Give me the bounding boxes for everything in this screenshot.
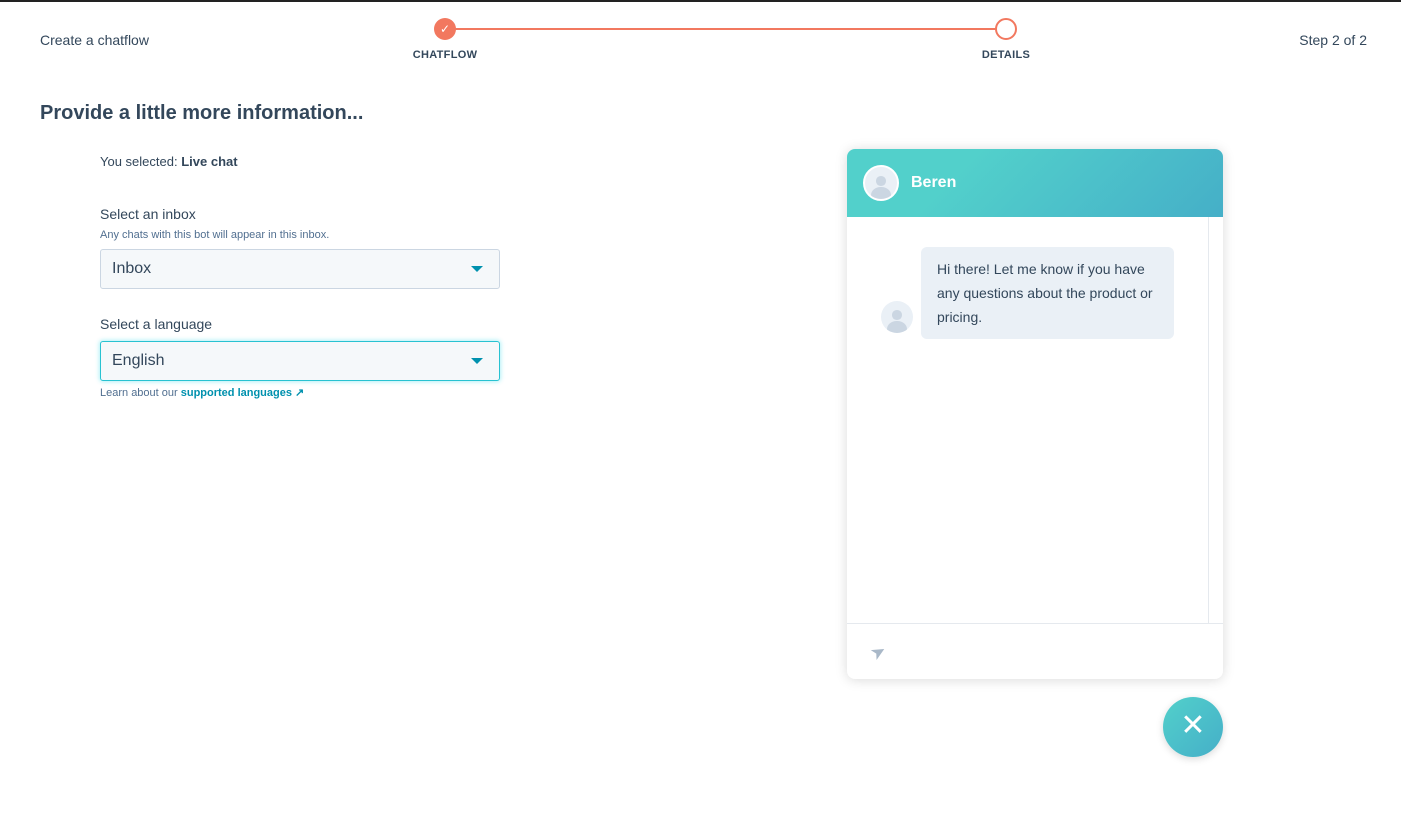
page-title: Create a chatflow (40, 32, 149, 48)
language-label: Select a language (100, 316, 213, 332)
message-bubble: Hi there! Let me know if you have any qu… (921, 247, 1174, 339)
inbox-value: Inbox (112, 260, 152, 277)
chat-input-area[interactable]: ➤ (847, 623, 1223, 679)
agent-name: Beren (911, 174, 957, 191)
progress-line (445, 28, 1006, 30)
selected-type: You selected: Live chat (100, 154, 238, 169)
caret-down-icon (471, 266, 483, 272)
chat-header: Beren (847, 149, 1223, 217)
step-current-icon (995, 18, 1017, 40)
external-link-icon: ↗ (295, 387, 305, 399)
scrollbar[interactable] (1208, 217, 1209, 623)
inbox-select[interactable]: Inbox (100, 249, 500, 289)
selected-value: Live chat (181, 154, 238, 169)
step-chatflow: CHATFLOW (412, 49, 478, 61)
chat-preview: Beren Hi there! Let me know if you have … (847, 149, 1223, 679)
message-avatar (881, 301, 913, 333)
language-value: English (112, 352, 165, 369)
page-heading: Provide a little more information... (40, 102, 364, 124)
learn-text: Learn about our supported languages ↗ (100, 386, 304, 399)
step-details: DETAILS (981, 49, 1031, 61)
step-complete-check-icon: ✓ (434, 18, 456, 40)
selected-prefix: You selected: (100, 154, 178, 169)
inbox-label: Select an inbox (100, 206, 196, 222)
avatar (863, 165, 899, 201)
language-select[interactable]: English (100, 341, 500, 381)
inbox-hint: Any chats with this bot will appear in t… (100, 229, 330, 241)
supported-languages-link[interactable]: supported languages ↗ (181, 387, 305, 399)
close-chat-button[interactable]: ✕ (1163, 697, 1223, 757)
caret-down-icon (471, 358, 483, 364)
close-icon: ✕ (1180, 709, 1206, 742)
learn-prefix: Learn about our (100, 387, 178, 399)
step-count: Step 2 of 2 (1299, 32, 1367, 48)
send-icon[interactable]: ➤ (867, 640, 891, 666)
